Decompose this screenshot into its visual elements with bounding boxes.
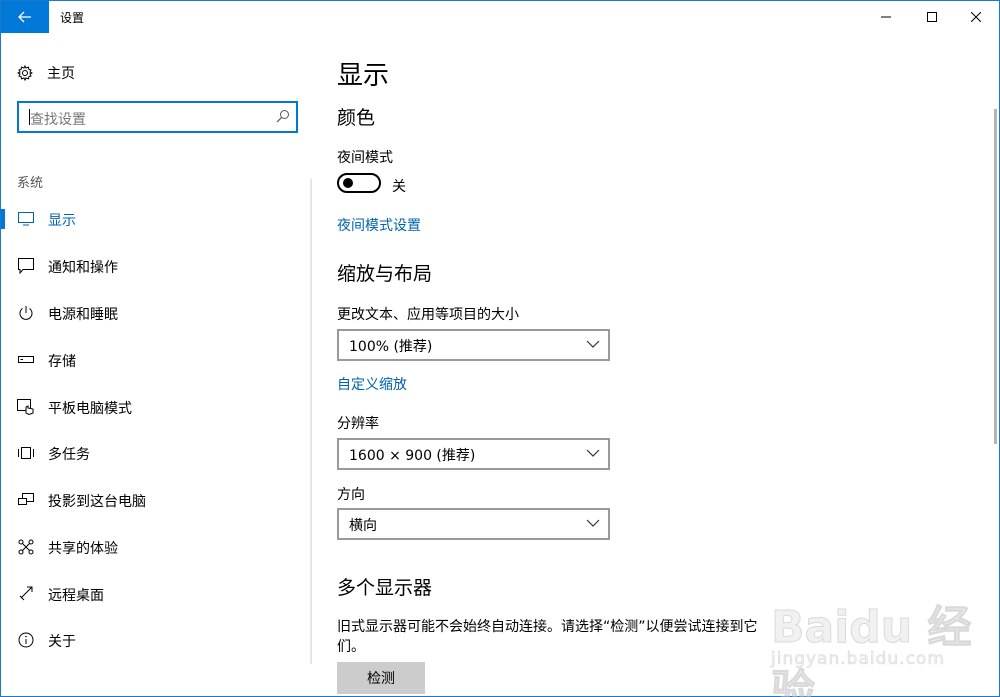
sidebar-item-label: 电源和睡眠 xyxy=(48,307,118,323)
sidebar-item-project-to-pc[interactable]: 投影到这台电脑 xyxy=(1,480,311,520)
multitask-icon xyxy=(17,445,35,461)
maximize-button[interactable] xyxy=(909,1,955,33)
window-title: 设置 xyxy=(60,11,85,25)
gear-icon xyxy=(17,65,33,81)
chevron-down-icon xyxy=(586,449,600,457)
title-bar: 设置 xyxy=(1,1,999,33)
watermark-url: jingyan.baidu.com xyxy=(771,649,945,670)
sidebar-item-notifications[interactable]: 通知和操作 xyxy=(1,246,311,286)
sidebar-item-power[interactable]: 电源和睡眠 xyxy=(1,293,311,333)
home-label: 主页 xyxy=(47,66,75,82)
sidebar-item-about[interactable]: 关于 xyxy=(1,620,311,660)
night-mode-settings-link[interactable]: 夜间模式设置 xyxy=(337,215,421,235)
resolution-value: 1600 × 900 (推荐) xyxy=(349,448,476,464)
chevron-down-icon xyxy=(586,340,600,348)
toggle-knob xyxy=(343,178,353,188)
info-icon xyxy=(17,632,35,648)
sidebar-item-label: 通知和操作 xyxy=(48,260,118,276)
scale-dropdown[interactable]: 100% (推荐) xyxy=(337,329,610,361)
sidebar-item-remote-desktop[interactable]: 远程桌面 xyxy=(1,574,311,614)
home-link[interactable]: 主页 xyxy=(17,61,75,85)
scale-layout-heading: 缩放与布局 xyxy=(337,263,433,285)
notification-icon xyxy=(17,258,35,274)
search-input[interactable]: 查找设置 xyxy=(17,101,298,133)
multiple-displays-heading: 多个显示器 xyxy=(337,577,433,599)
sidebar: 主页 查找设置 系统 显示 通知和操作 电源和睡眠 存储 平板电脑模式 多任务 … xyxy=(1,33,311,696)
watermark-brand: Baidu 经验 xyxy=(771,602,972,697)
minimize-icon xyxy=(881,16,891,18)
settings-window: 设置 主页 查找设置 系统 显示 通知和操作 电源和睡眠 存储 平板电脑模式 多… xyxy=(0,0,1000,697)
sidebar-item-tablet-mode[interactable]: 平板电脑模式 xyxy=(1,387,311,427)
sidebar-item-multitasking[interactable]: 多任务 xyxy=(1,433,311,473)
orientation-value: 横向 xyxy=(349,518,377,534)
tablet-mode-icon xyxy=(17,399,35,415)
project-icon xyxy=(17,492,35,508)
scale-value: 100% (推荐) xyxy=(349,339,433,355)
shared-experience-icon xyxy=(17,539,35,555)
night-mode-state: 关 xyxy=(392,179,406,195)
back-arrow-icon xyxy=(18,11,31,23)
custom-scale-link[interactable]: 自定义缩放 xyxy=(337,374,407,394)
sidebar-item-storage[interactable]: 存储 xyxy=(1,340,311,380)
search-icon xyxy=(276,110,289,123)
sidebar-item-label: 平板电脑模式 xyxy=(48,401,132,417)
minimize-button[interactable] xyxy=(863,1,909,33)
resolution-label: 分辨率 xyxy=(337,416,379,432)
chevron-down-icon xyxy=(586,519,600,527)
baidu-watermark: Baidu 经验 jingyan.baidu.com xyxy=(769,591,994,697)
orientation-label: 方向 xyxy=(337,487,365,503)
close-button[interactable] xyxy=(953,1,999,33)
power-icon xyxy=(17,305,35,321)
page-title: 显示 xyxy=(337,61,390,91)
search-placeholder: 查找设置 xyxy=(30,112,86,128)
orientation-dropdown[interactable]: 横向 xyxy=(337,508,610,540)
remote-desktop-icon xyxy=(17,586,35,602)
color-heading: 颜色 xyxy=(337,107,376,129)
resolution-dropdown[interactable]: 1600 × 900 (推荐) xyxy=(337,438,610,470)
sidebar-divider xyxy=(310,179,312,664)
night-mode-label: 夜间模式 xyxy=(337,150,393,166)
sidebar-item-label: 关于 xyxy=(48,634,76,650)
back-button[interactable] xyxy=(1,1,49,33)
maximize-icon xyxy=(927,12,937,22)
scale-label: 更改文本、应用等项目的大小 xyxy=(337,307,519,323)
close-icon xyxy=(971,12,981,22)
sidebar-item-display[interactable]: 显示 xyxy=(1,199,311,239)
multiple-displays-text: 旧式显示器可能不会始终自动连接。请选择“检测”以便尝试连接到它们。 xyxy=(337,619,758,655)
night-mode-toggle[interactable] xyxy=(337,173,381,193)
sidebar-item-label: 显示 xyxy=(48,213,76,229)
sidebar-item-label: 存储 xyxy=(48,354,76,370)
detect-button[interactable]: 检测 xyxy=(337,662,425,694)
sidebar-item-label: 多任务 xyxy=(48,447,90,463)
sidebar-item-shared-experiences[interactable]: 共享的体验 xyxy=(1,527,311,567)
sidebar-item-label: 共享的体验 xyxy=(48,541,118,557)
section-label-system: 系统 xyxy=(17,176,44,191)
sidebar-item-label: 远程桌面 xyxy=(48,588,104,604)
sidebar-item-label: 投影到这台电脑 xyxy=(48,494,146,510)
monitor-icon xyxy=(17,211,35,227)
storage-icon xyxy=(17,352,35,368)
active-indicator xyxy=(1,209,5,229)
scrollbar[interactable] xyxy=(994,109,997,444)
